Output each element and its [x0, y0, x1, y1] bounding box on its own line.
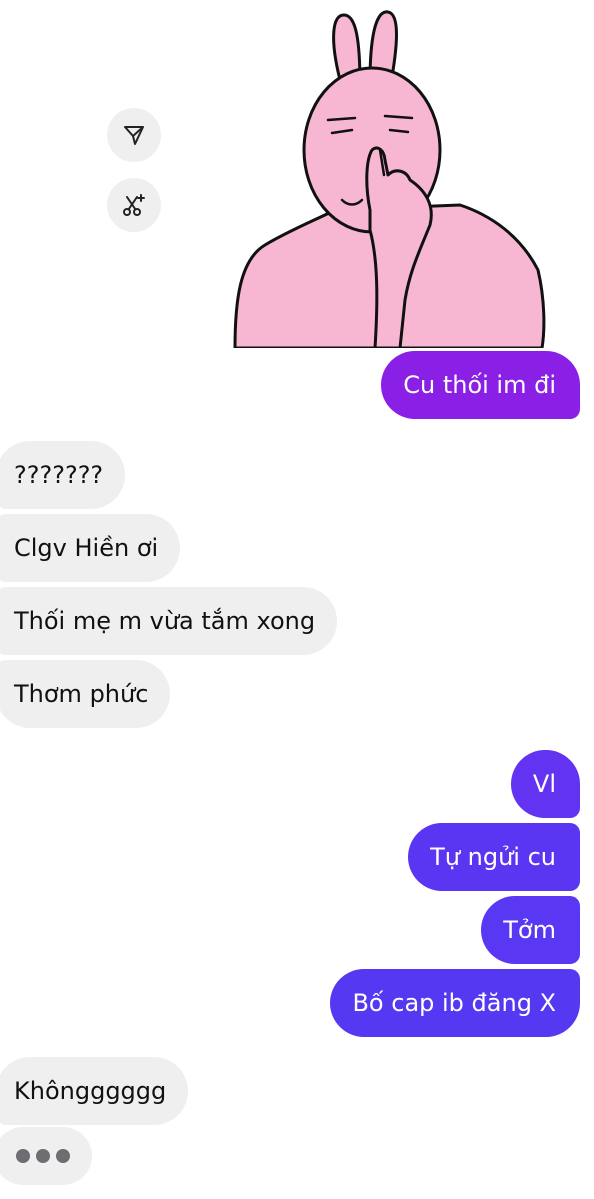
- message-outgoing[interactable]: Vl: [510, 750, 580, 818]
- message-incoming[interactable]: ???????: [0, 441, 126, 509]
- typing-dot: [56, 1149, 70, 1163]
- pink-bunny-sticker: [233, 10, 546, 348]
- typing-dot: [36, 1149, 50, 1163]
- message-text: Thơm phức: [14, 680, 149, 708]
- scissors-sparkle-icon: [123, 194, 145, 216]
- message-text: Bố cap ib đăng X: [352, 989, 556, 1017]
- message-incoming[interactable]: Thơm phức: [0, 660, 171, 728]
- message-text: Tởm: [503, 916, 556, 944]
- share-button[interactable]: [107, 108, 161, 162]
- message-outgoing[interactable]: Cu thối im đi: [381, 351, 580, 419]
- message-text: Tự ngửi cu: [430, 843, 556, 871]
- remix-button[interactable]: [107, 178, 161, 232]
- typing-dot: [16, 1149, 30, 1163]
- message-text: Cu thối im đi: [403, 371, 556, 399]
- message-text: Thối mẹ m vừa tắm xong: [14, 607, 316, 635]
- message-incoming[interactable]: Khôngggggg: [0, 1057, 189, 1125]
- message-outgoing[interactable]: Bố cap ib đăng X: [330, 969, 580, 1037]
- message-text: Clgv Hiền ơi: [14, 534, 159, 562]
- typing-indicator: [0, 1127, 92, 1185]
- sticker-image[interactable]: [220, 0, 560, 348]
- message-text: ???????: [14, 461, 104, 489]
- message-outgoing[interactable]: Tởm: [481, 896, 580, 964]
- message-outgoing[interactable]: Tự ngửi cu: [408, 823, 580, 891]
- message-incoming[interactable]: Thối mẹ m vừa tắm xong: [0, 587, 338, 655]
- send-icon: [124, 126, 144, 145]
- message-text: Khôngggggg: [14, 1077, 167, 1105]
- message-incoming[interactable]: Clgv Hiền ơi: [0, 514, 181, 582]
- message-text: Vl: [532, 770, 556, 798]
